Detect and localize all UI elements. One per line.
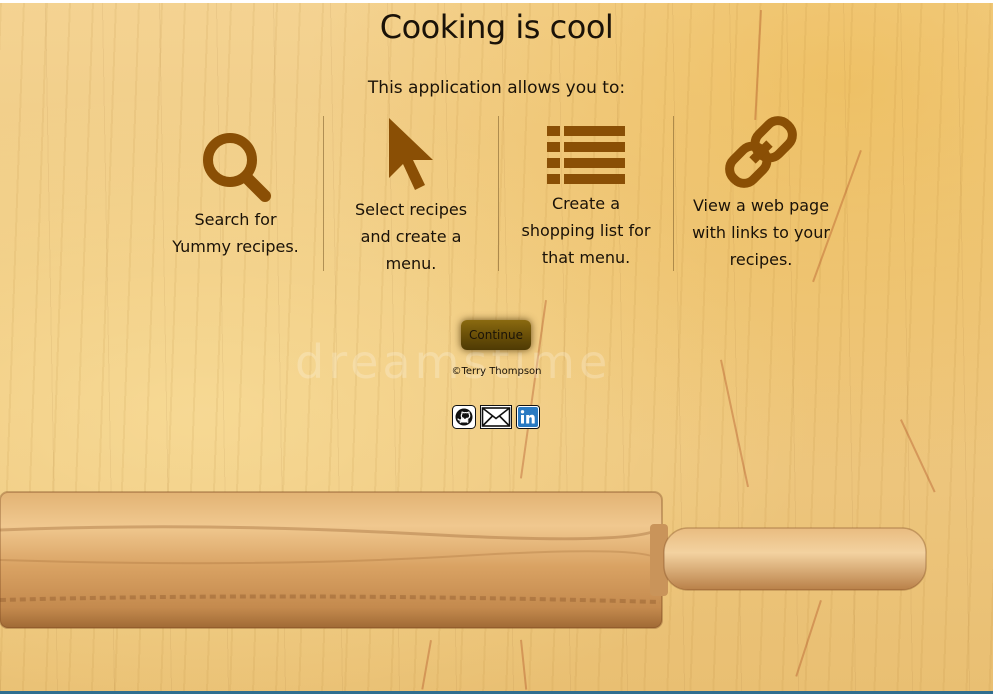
- github-link[interactable]: [452, 405, 476, 429]
- mail-icon: [480, 405, 512, 429]
- wood-crack: [520, 639, 528, 690]
- github-icon: [452, 405, 476, 429]
- continue-button[interactable]: Continue: [461, 320, 531, 350]
- social-links: [452, 405, 540, 429]
- email-link[interactable]: [480, 405, 512, 429]
- search-icon: [191, 116, 281, 202]
- link-icon: [716, 116, 806, 188]
- feature-list: Search for Yummy recipes. Select recipes…: [148, 116, 848, 273]
- feature-shopping-list: Create a shopping list for that menu.: [498, 116, 673, 271]
- feature-select-text: Select recipes and create a menu.: [354, 200, 468, 273]
- feature-web-page: View a web page with links to your recip…: [673, 116, 848, 271]
- wood-crack: [900, 419, 936, 493]
- wood-crack: [720, 359, 749, 488]
- page-subtitle: This application allows you to:: [367, 78, 626, 98]
- feature-shopping-list-text: Create a shopping list for that menu.: [521, 194, 651, 267]
- feature-select: Select recipes and create a menu.: [323, 116, 498, 273]
- top-border: [0, 0, 993, 3]
- page-title: Cooking is cool: [379, 8, 614, 46]
- wood-crack: [421, 640, 432, 690]
- feature-web-page-text: View a web page with links to your recip…: [692, 196, 830, 269]
- linkedin-icon: [516, 405, 540, 429]
- feature-search: Search for Yummy recipes.: [148, 116, 323, 271]
- feature-search-text: Search for Yummy recipes.: [172, 210, 299, 256]
- watermark-text: dreamstime: [295, 335, 612, 389]
- list-icon: [541, 116, 631, 186]
- rolling-pin-image: [0, 491, 927, 629]
- copyright-text: ©Terry Thompson: [451, 366, 542, 377]
- linkedin-link[interactable]: [516, 405, 540, 429]
- cursor-icon: [366, 116, 456, 192]
